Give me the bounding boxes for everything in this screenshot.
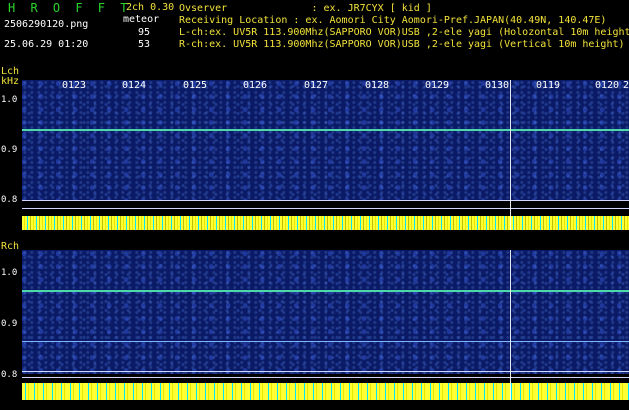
rch-amplitude-trace: [22, 383, 629, 400]
meteor-count-rch: 53: [138, 39, 151, 50]
rch-spectrogram: [22, 250, 629, 400]
lch-ytick-1: 1.0: [1, 95, 18, 105]
time-tick: 0127: [304, 80, 329, 91]
lch-time-axis: 0123 0124 0125 0126 0127 0128 0129 0130 …: [22, 80, 629, 94]
rch-reference-line-2: [22, 377, 629, 378]
app-version: 2ch 0.30: [126, 2, 175, 13]
rch-carrier-line: [22, 290, 629, 292]
rch-ytick-1: 1.0: [1, 268, 18, 278]
time-tick: 0124: [122, 80, 147, 91]
time-tick: 0120: [595, 80, 620, 91]
lch-carrier-line: [22, 129, 629, 131]
meteor-count-lch: 95: [138, 27, 151, 38]
capture-datetime: 25.06.29 01:20: [4, 39, 89, 50]
rch-spectrogram-image: [22, 250, 629, 374]
meteor-label: meteor: [123, 14, 160, 25]
rch-reference-line: [22, 371, 629, 372]
lch-reference-line: [22, 200, 629, 201]
lch-separator: [510, 80, 511, 230]
lch-spectrogram-image: [22, 80, 629, 200]
rch-sideband-line: [22, 341, 629, 342]
time-tick: 0126: [243, 80, 268, 91]
time-tick: 0125: [183, 80, 208, 91]
rch-info: R-ch:ex. UV5R 113.900Mhz(SAPPORO VOR)USB…: [179, 39, 625, 50]
time-tick: 0123: [62, 80, 87, 91]
rch-separator: [510, 250, 511, 400]
app-name: H R O F F T: [8, 1, 132, 15]
lch-ytick-3: 0.8: [1, 195, 18, 205]
time-tick: 0119: [536, 80, 561, 91]
lch-amplitude-trace: [22, 216, 629, 230]
rch-ytick-2: 0.9: [1, 319, 18, 329]
time-tick: 0130: [485, 80, 510, 91]
file-name: 2506290120.png: [4, 19, 89, 30]
rch-ytick-3: 0.8: [1, 370, 18, 380]
rch-label: Rch: [1, 241, 20, 252]
lch-reference-line-2: [22, 208, 629, 209]
time-tick: 2: [623, 80, 629, 91]
location-info: Receiving Location : ex. Aomori City Aom…: [179, 15, 607, 26]
lch-unit: kHz: [1, 76, 20, 87]
time-tick: 0129: [425, 80, 450, 91]
time-tick: 0128: [365, 80, 390, 91]
lch-info: L-ch:ex. UV5R 113.900Mhz(SAPPORO VOR)USB…: [179, 27, 629, 38]
lch-ytick-2: 0.9: [1, 145, 18, 155]
lch-spectrogram: 0123 0124 0125 0126 0127 0128 0129 0130 …: [22, 80, 629, 230]
observer-info: Ovserver : ex. JR7CYX [ kid ]: [179, 3, 432, 14]
